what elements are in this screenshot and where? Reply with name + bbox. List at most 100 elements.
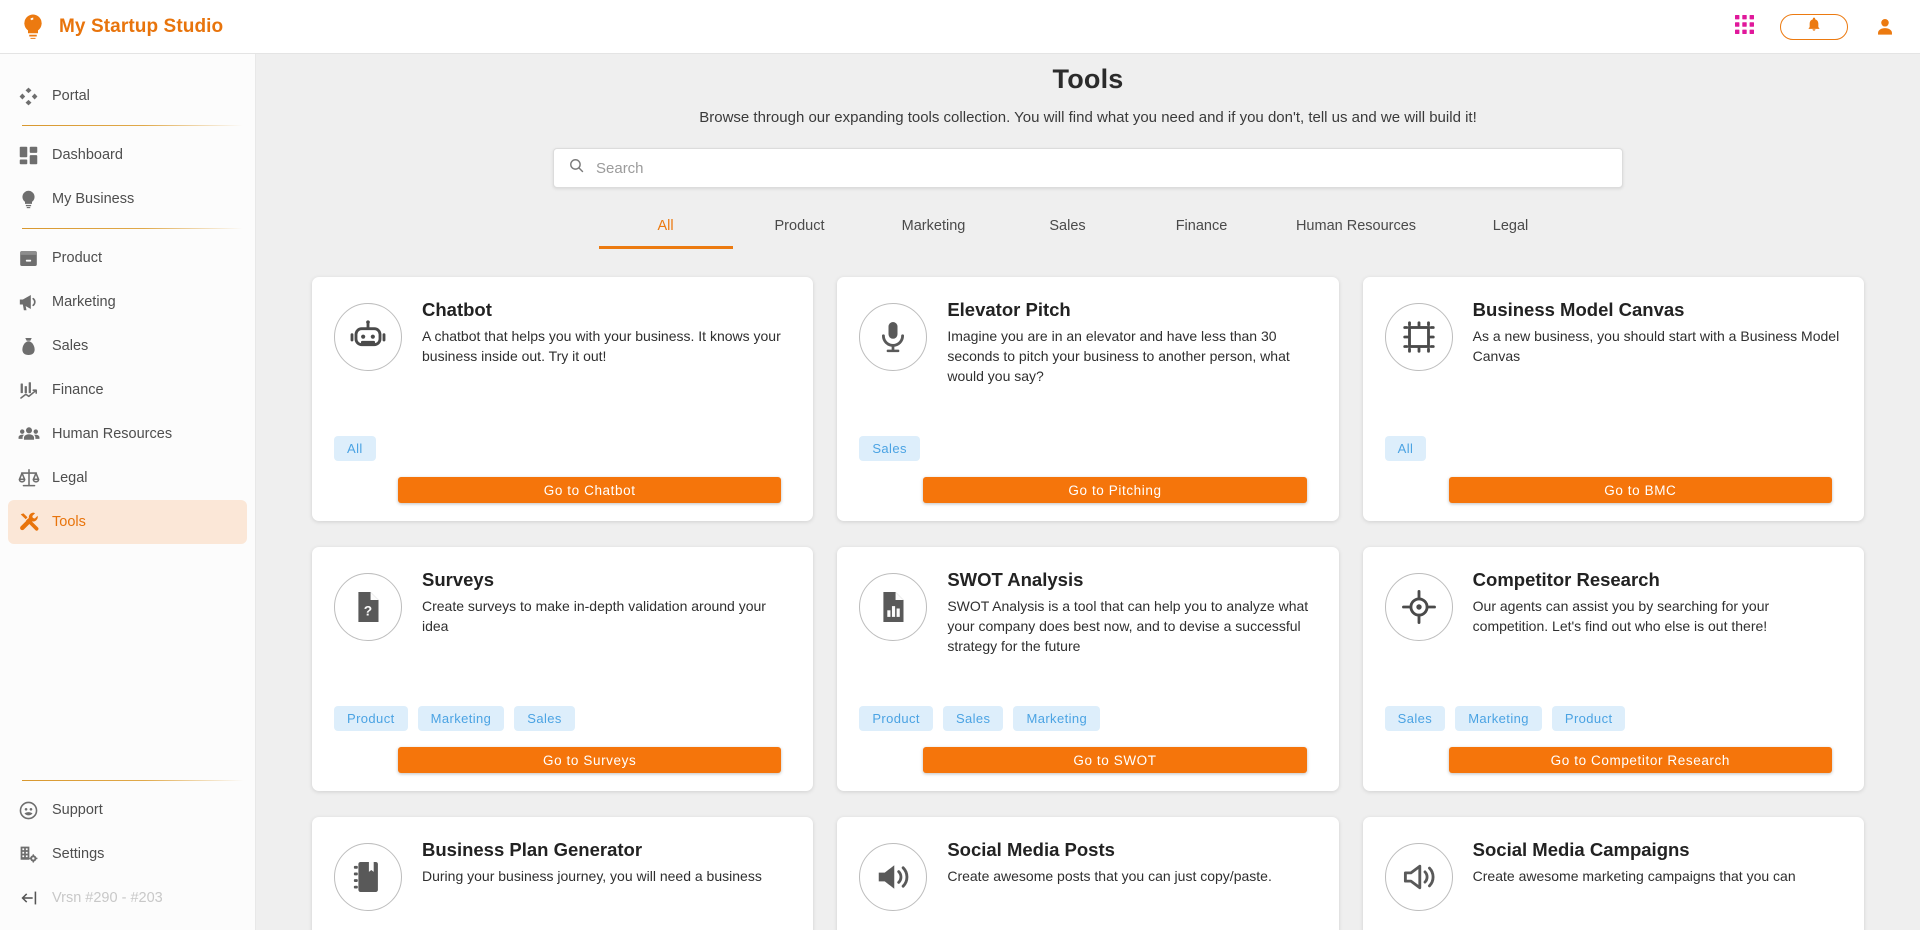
tool-tag[interactable]: Product xyxy=(1552,706,1626,731)
tool-tag[interactable]: Product xyxy=(859,706,933,731)
sidebar-bottom: Support Settings xyxy=(0,773,256,920)
sidebar-item-label: Dashboard xyxy=(52,147,123,163)
tab-human-resources[interactable]: Human Resources xyxy=(1269,218,1444,249)
tool-description: As a new business, you should start with… xyxy=(1473,327,1842,367)
tool-cta-button[interactable]: Go to Surveys xyxy=(398,747,781,773)
top-bar-actions xyxy=(1735,14,1920,40)
tab-marketing[interactable]: Marketing xyxy=(867,218,1001,249)
sidebar-divider xyxy=(22,228,243,229)
sidebar-item-finance[interactable]: Finance xyxy=(8,368,247,412)
tab-sales[interactable]: Sales xyxy=(1001,218,1135,249)
tool-card-header: Business Plan GeneratorDuring your busin… xyxy=(334,839,791,911)
sidebar-item-support[interactable]: Support xyxy=(8,788,248,832)
tool-card-body: Social Media PostsCreate awesome posts t… xyxy=(947,839,1316,911)
tool-card-body: Social Media Campaigns Create awesome mar… xyxy=(1473,839,1842,911)
box-icon xyxy=(18,248,52,269)
tool-tag[interactable]: Sales xyxy=(859,436,920,461)
sidebar-item-label: Product xyxy=(52,250,102,266)
sidebar-item-label: Portal xyxy=(52,88,90,104)
tool-tag[interactable]: All xyxy=(1385,436,1427,461)
lightbulb-icon xyxy=(18,12,48,42)
tool-description: Create awesome marketing campaigns that … xyxy=(1473,867,1842,887)
building-gear-icon xyxy=(18,844,52,865)
sidebar-item-human-resources[interactable]: Human Resources xyxy=(8,412,247,456)
tool-title: Social Media Posts xyxy=(947,839,1316,861)
tool-card[interactable]: Competitor ResearchOur agents can assist… xyxy=(1363,547,1864,791)
tool-description: Create surveys to make in-depth validati… xyxy=(422,597,791,637)
tool-card-body: Business Model Canvas As a new business, … xyxy=(1473,299,1842,371)
sidebar-version-label: Vrsn #290 - #203 xyxy=(52,890,163,906)
sidebar-item-sales[interactable]: Sales xyxy=(8,324,247,368)
tool-card[interactable]: Social Media PostsCreate awesome posts t… xyxy=(837,817,1338,930)
sidebar-version[interactable]: Vrsn #290 - #203 xyxy=(8,876,248,920)
tool-card[interactable]: Business Model Canvas As a new business, … xyxy=(1363,277,1864,521)
sidebar-divider xyxy=(22,780,244,781)
search-input[interactable] xyxy=(596,160,1608,177)
notifications-button[interactable] xyxy=(1780,14,1848,40)
tool-cta-button[interactable]: Go to BMC xyxy=(1449,477,1832,503)
support-face-icon xyxy=(18,800,52,821)
tool-cta-button[interactable]: Go to Chatbot xyxy=(398,477,781,503)
sidebar-item-settings[interactable]: Settings xyxy=(8,832,248,876)
tool-card-header: Competitor ResearchOur agents can assist… xyxy=(1385,569,1842,641)
tool-title: Surveys xyxy=(422,569,791,591)
tool-card-header: ChatbotA chatbot that helps you with you… xyxy=(334,299,791,371)
tab-legal[interactable]: Legal xyxy=(1444,218,1578,249)
tool-tag[interactable]: Marketing xyxy=(1013,706,1100,731)
crop-frame-icon xyxy=(1385,303,1453,371)
tool-card[interactable]: SWOT AnalysisSWOT Analysis is a tool tha… xyxy=(837,547,1338,791)
tool-tags: Product Sales Marketing xyxy=(859,690,1316,731)
tool-tag[interactable]: Marketing xyxy=(1455,706,1542,731)
chart-trend-icon xyxy=(18,380,52,401)
tool-tag[interactable]: Product xyxy=(334,706,408,731)
document-chart-icon xyxy=(859,573,927,641)
sidebar: Portal Dashboard My Business Product Marketi… xyxy=(0,54,256,930)
target-icon xyxy=(1385,573,1453,641)
tab-product[interactable]: Product xyxy=(733,218,867,249)
notebook-icon xyxy=(334,843,402,911)
sidebar-item-legal[interactable]: Legal xyxy=(8,456,247,500)
svg-text:?: ? xyxy=(364,603,372,618)
tool-card-body: Elevator PitchImagine you are in an elev… xyxy=(947,299,1316,387)
sidebar-item-label: Human Resources xyxy=(52,426,172,442)
tool-tag[interactable]: Marketing xyxy=(418,706,505,731)
sidebar-item-my-business[interactable]: My Business xyxy=(8,177,247,221)
sidebar-item-product[interactable]: Product xyxy=(8,236,247,280)
tool-card-body: ChatbotA chatbot that helps you with you… xyxy=(422,299,791,371)
tool-tag[interactable]: Sales xyxy=(514,706,575,731)
robot-icon xyxy=(334,303,402,371)
user-avatar-icon[interactable] xyxy=(1874,16,1896,38)
tool-cta-button[interactable]: Go to SWOT xyxy=(923,747,1306,773)
sidebar-item-label: Tools xyxy=(52,514,86,530)
tool-title: Competitor Research xyxy=(1473,569,1842,591)
tool-tag[interactable]: Sales xyxy=(1385,706,1446,731)
tool-tag[interactable]: All xyxy=(334,436,376,461)
tool-card[interactable]: Business Plan GeneratorDuring your busin… xyxy=(312,817,813,930)
sidebar-item-label: Settings xyxy=(52,846,104,862)
tab-finance[interactable]: Finance xyxy=(1135,218,1269,249)
sidebar-item-portal[interactable]: Portal xyxy=(8,74,247,118)
tool-title: Business Model Canvas xyxy=(1473,299,1842,321)
tool-tags: Sales Marketing Product xyxy=(1385,690,1842,731)
tool-card[interactable]: ChatbotA chatbot that helps you with you… xyxy=(312,277,813,521)
tool-card[interactable]: ? Surveys Create surveys to make in-depth … xyxy=(312,547,813,791)
tool-title: SWOT Analysis xyxy=(947,569,1316,591)
tool-cta-button[interactable]: Go to Competitor Research xyxy=(1449,747,1832,773)
sidebar-item-dashboard[interactable]: Dashboard xyxy=(8,133,247,177)
tool-card-body: SWOT AnalysisSWOT Analysis is a tool tha… xyxy=(947,569,1316,657)
tool-card[interactable]: Social Media Campaigns Create awesome mar… xyxy=(1363,817,1864,930)
sidebar-item-marketing[interactable]: Marketing xyxy=(8,280,247,324)
tab-all[interactable]: All xyxy=(599,218,733,249)
tool-title: Social Media Campaigns xyxy=(1473,839,1842,861)
tool-title: Chatbot xyxy=(422,299,791,321)
brand[interactable]: My Startup Studio xyxy=(0,12,223,42)
search-box[interactable] xyxy=(553,148,1623,188)
tool-tag[interactable]: Sales xyxy=(943,706,1004,731)
sidebar-item-tools[interactable]: Tools xyxy=(8,500,247,544)
apps-grid-icon[interactable] xyxy=(1735,15,1754,39)
tool-cta-button[interactable]: Go to Pitching xyxy=(923,477,1306,503)
tool-card-body: Business Plan GeneratorDuring your busin… xyxy=(422,839,791,911)
tool-card-header: Business Model Canvas As a new business, … xyxy=(1385,299,1842,371)
dashboard-icon xyxy=(18,145,52,166)
tool-card[interactable]: Elevator PitchImagine you are in an elev… xyxy=(837,277,1338,521)
